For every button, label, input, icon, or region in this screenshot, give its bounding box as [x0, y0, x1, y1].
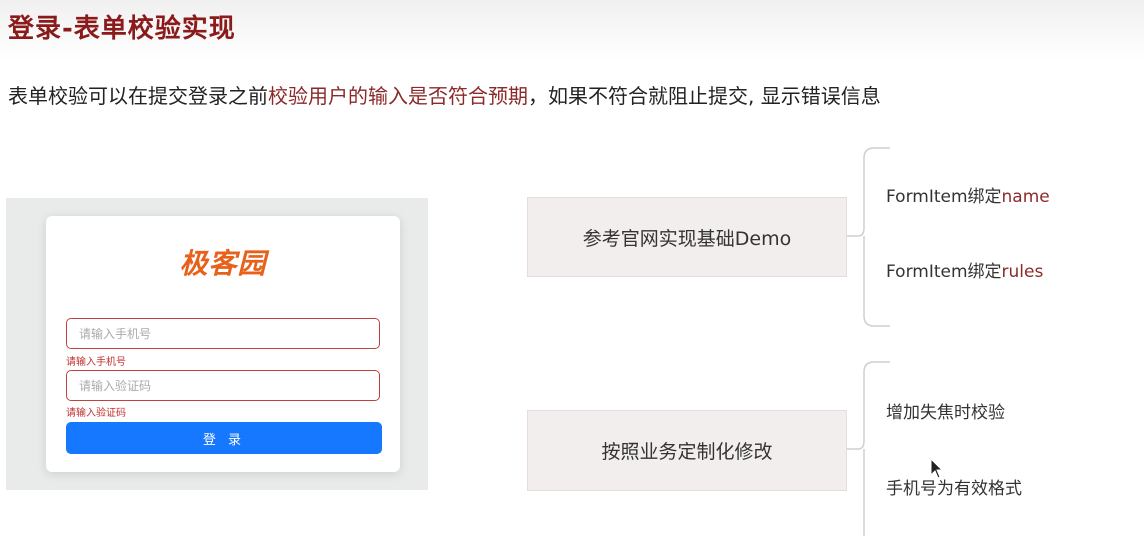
branch-1-2-prefix: FormItem绑定 — [886, 262, 1002, 282]
branch-2-1: 增加失焦时校验 — [886, 403, 1005, 423]
mindmap-node-1: 参考官网实现基础Demo — [527, 197, 847, 277]
bracket-1 — [846, 147, 890, 237]
bracket-2 — [846, 361, 890, 450]
branch-1-1-highlight: name — [1001, 187, 1050, 207]
mindmap-node-2: 按照业务定制化修改 — [527, 410, 847, 491]
branch-1-2: FormItem绑定rules — [886, 257, 1043, 282]
mouse-cursor-icon — [930, 458, 944, 479]
branch-1-1: FormItem绑定name — [886, 182, 1050, 207]
branch-1-2-highlight: rules — [1001, 262, 1044, 282]
branch-2-2: 手机号为有效格式 — [886, 479, 1022, 499]
branch-1-1-prefix: FormItem绑定 — [886, 187, 1002, 207]
